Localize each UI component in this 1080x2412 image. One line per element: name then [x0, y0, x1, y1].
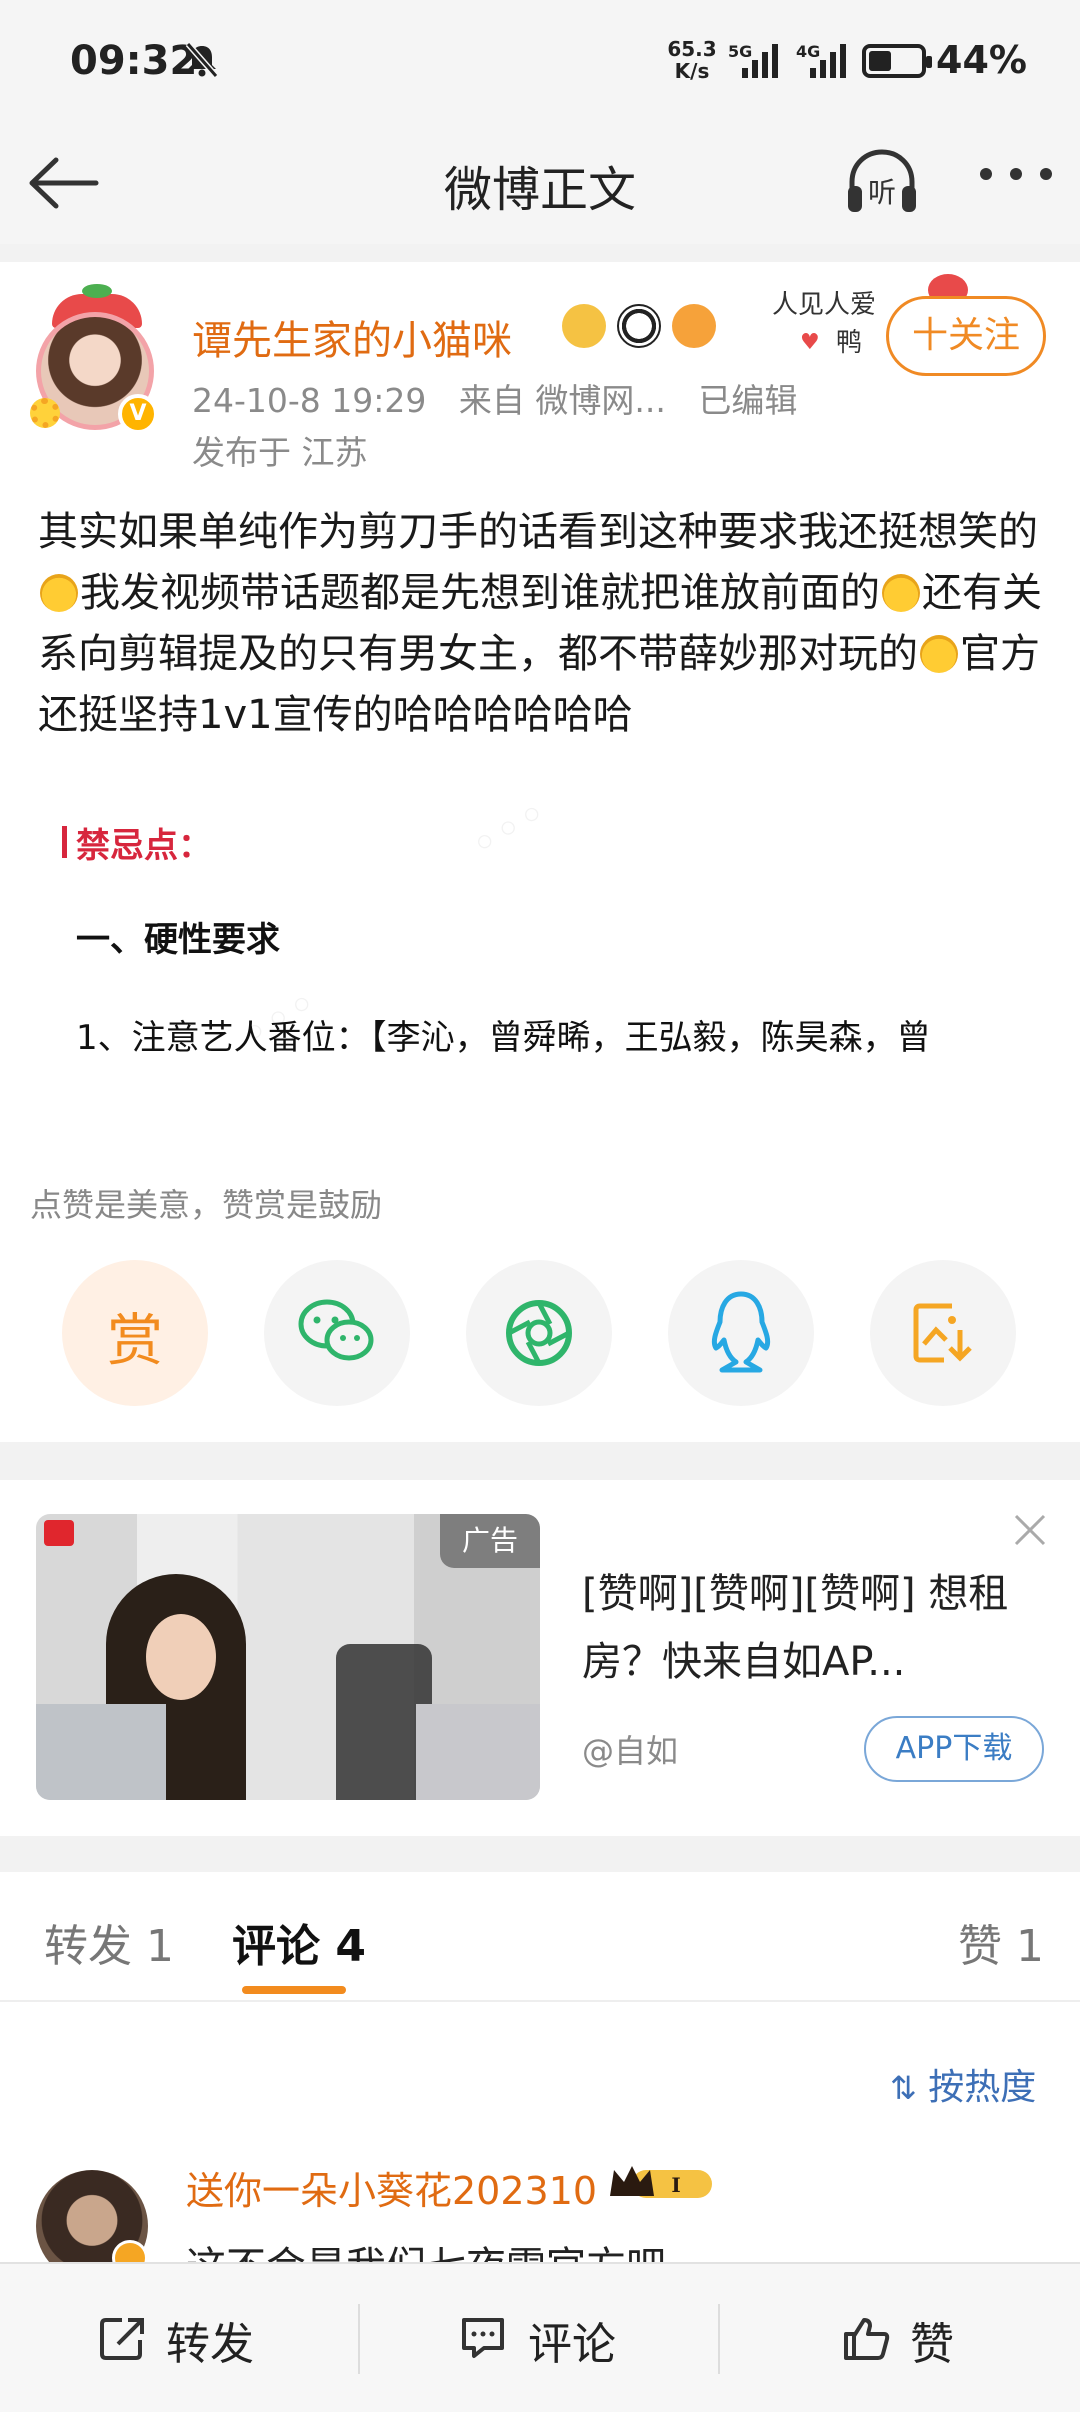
- like-thumb-icon[interactable]: [842, 2314, 892, 2362]
- ad-laptop: [36, 1704, 166, 1800]
- share-row: 赏: [62, 1260, 1042, 1410]
- app-download-button[interactable]: APP下载: [864, 1716, 1044, 1782]
- post-date: 24-10-8 19:29: [192, 381, 427, 420]
- battery-percent: 44%: [936, 38, 1027, 82]
- rules-subheading: 一、硬性要求: [76, 920, 280, 960]
- post-card: V 谭先生家的小猫咪 24-10-8 19:29 来自 微博网... 已编辑 发…: [0, 262, 1080, 1442]
- qq-icon: [711, 1291, 771, 1373]
- wechat-icon: [298, 1299, 374, 1361]
- tab-like[interactable]: 赞 1: [958, 1910, 1044, 1974]
- post-attached-image[interactable]: 禁忌点： 一、硬性要求 1、注意艺人番位：【李沁，曾舜晞，王弘毅，陈昊森，曾 ◦…: [38, 802, 1048, 1102]
- ad-laptop: [416, 1704, 540, 1800]
- hug-emoji-icon: [920, 635, 958, 673]
- ad-image[interactable]: 广告: [36, 1514, 540, 1800]
- repost-button[interactable]: 转发: [166, 2308, 254, 2372]
- net-speed: 65.3 K/s: [664, 38, 720, 82]
- flower-icon: [30, 398, 60, 428]
- panda-badge-icon: [617, 304, 662, 348]
- signal-4g-icon: [810, 44, 846, 78]
- listen-headphones-icon[interactable]: 听: [842, 146, 922, 218]
- post-tabs: 转发 1 评论 4 赞 1: [0, 1872, 1080, 2002]
- post-meta: 24-10-8 19:29 来自 微博网... 已编辑: [192, 374, 819, 422]
- verified-badge-icon: V: [118, 394, 158, 434]
- user-avatar[interactable]: V: [30, 284, 164, 434]
- doge-emoji-icon: [40, 574, 78, 612]
- comments-section: ⇅ 按热度 送你一朵小葵花202310 I 这不会是我们七夜雪官方吧: [0, 2002, 1080, 2290]
- ad-title[interactable]: [赞啊][赞啊][赞啊] 想租房？快来自如AP...: [582, 1560, 1022, 1696]
- sticker-text-1: 人见人爱: [772, 290, 877, 320]
- post-location: 发布于 江苏: [192, 433, 368, 472]
- mute-bell-icon: [185, 42, 219, 78]
- repost-icon[interactable]: [98, 2314, 148, 2362]
- reward-button[interactable]: 赏: [62, 1260, 208, 1406]
- listen-label: 听: [868, 176, 896, 209]
- ad-card[interactable]: 广告 [赞啊][赞啊][赞啊] 想租房？快来自如AP... @自如 APP下载: [0, 1480, 1080, 1836]
- share-qq-button[interactable]: [668, 1260, 814, 1406]
- svg-text:I: I: [671, 2173, 680, 2197]
- close-icon[interactable]: [1010, 1510, 1050, 1550]
- fish-badge-icon: [672, 304, 717, 348]
- user-badges: [562, 304, 722, 354]
- status-bar: 09:32 65.3 K/s 5G 4G 44%: [0, 0, 1080, 120]
- post-source[interactable]: 来自 微博网...: [459, 381, 666, 420]
- post-text-2: 我发视频带话题都是先想到谁就把谁放前面的: [80, 570, 880, 616]
- divider: [718, 2304, 720, 2374]
- post-body: 其实如果单纯作为剪刀手的话看到这种要求我还挺想笑的我发视频带话题都是先想到谁就把…: [38, 502, 1048, 746]
- sort-button[interactable]: ⇅ 按热度: [890, 2058, 1036, 2110]
- reward-icon: 赏: [107, 1309, 163, 1374]
- save-image-icon: [913, 1303, 972, 1363]
- tab-active-indicator: [242, 1986, 346, 1994]
- commenter-name[interactable]: 送你一朵小葵花202310: [186, 2160, 597, 2215]
- more-options-icon[interactable]: [976, 168, 1056, 192]
- tab-repost[interactable]: 转发 1: [44, 1910, 174, 1974]
- ziroom-logo-icon: [44, 1520, 74, 1546]
- net-speed-unit: K/s: [674, 59, 710, 83]
- bottom-action-bar: 转发 评论 赞: [0, 2262, 1080, 2412]
- status-time: 09:32: [70, 38, 198, 84]
- laugh-cry-emoji-icon: [882, 574, 920, 612]
- share-wechat-button[interactable]: [264, 1260, 410, 1406]
- heart-icon: ♥: [800, 330, 820, 355]
- post-username[interactable]: 谭先生家的小猫咪: [192, 308, 512, 366]
- follow-button[interactable]: 十关注: [886, 296, 1046, 376]
- divider: [358, 2304, 360, 2374]
- ad-source[interactable]: @自如: [582, 1726, 678, 1772]
- rules-heading: 禁忌点：: [62, 818, 212, 867]
- post-text-1: 其实如果单纯作为剪刀手的话看到这种要求我还挺想笑的: [38, 509, 1038, 555]
- crown-badge-icon: [562, 304, 606, 348]
- sort-label: 按热度: [928, 2067, 1037, 2108]
- ad-badge: 广告: [440, 1514, 540, 1568]
- like-button[interactable]: 赞: [910, 2308, 954, 2372]
- sticker-text-2: 鸭: [836, 328, 863, 358]
- ad-face: [146, 1614, 216, 1700]
- moments-icon: [506, 1300, 572, 1366]
- signal-5g-icon: [742, 44, 778, 78]
- share-moments-button[interactable]: [466, 1260, 612, 1406]
- comment-button[interactable]: 评论: [528, 2308, 616, 2372]
- save-image-button[interactable]: [870, 1260, 1016, 1406]
- net-speed-value: 65.3: [667, 37, 717, 61]
- rules-line-1: 1、注意艺人番位：【李沁，曾舜晞，王弘毅，陈昊森，曾: [76, 1018, 931, 1058]
- sort-icon: ⇅: [890, 2069, 917, 2107]
- nav-bar: 微博正文 听: [0, 120, 1080, 244]
- battery-icon: [862, 44, 932, 78]
- tab-comment[interactable]: 评论 4: [232, 1910, 366, 1974]
- comment-icon[interactable]: [458, 2314, 508, 2362]
- post-edited[interactable]: 已编辑: [698, 381, 797, 420]
- member-crown-badge-icon: I: [610, 2166, 712, 2198]
- battery-fill: [869, 51, 891, 71]
- image-watermark: ◦◦◦: [459, 802, 558, 873]
- reward-tip: 点赞是美意，赞赏是鼓励: [30, 1186, 383, 1224]
